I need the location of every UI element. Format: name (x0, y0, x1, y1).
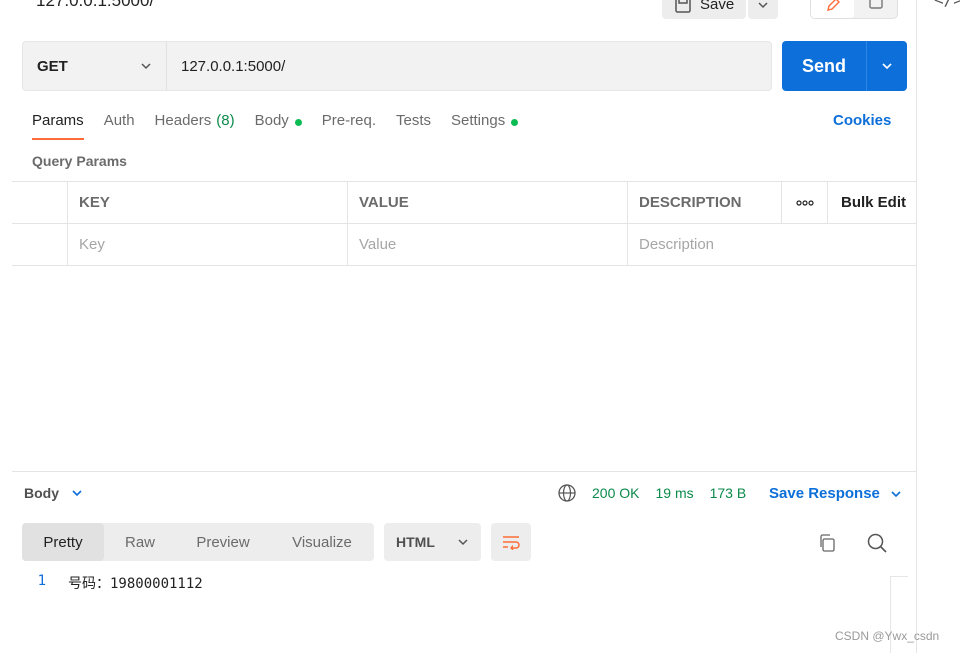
tab-params[interactable]: Params (32, 110, 84, 142)
response-view-tabs: Pretty Raw Preview Visualize (22, 523, 374, 561)
code-snippet-icon[interactable]: </> (934, 0, 960, 9)
tab-tests[interactable]: Tests (396, 110, 431, 142)
save-icon (675, 0, 691, 13)
line-text[interactable]: 号码：19800001112 (68, 573, 203, 593)
value-input[interactable]: Value (348, 224, 628, 265)
response-body-label: Body (24, 485, 59, 501)
tab-pre-request[interactable]: Pre-req. (322, 110, 376, 142)
pencil-icon (826, 0, 840, 11)
table-row: Key Value Description (12, 224, 916, 266)
view-visualize[interactable]: Visualize (270, 523, 374, 561)
status-code[interactable]: 200 OK (592, 485, 639, 501)
format-select[interactable]: HTML (384, 523, 481, 561)
comment-mode-button[interactable] (854, 0, 897, 18)
response-size[interactable]: 173 B (710, 485, 747, 501)
tab-label: Params (32, 112, 84, 129)
more-options-button[interactable] (782, 182, 828, 223)
method-select[interactable]: GET (23, 42, 167, 90)
response-time[interactable]: 19 ms (655, 485, 693, 501)
chevron-down-icon (458, 539, 468, 546)
checkbox-column-header (12, 182, 68, 223)
tab-auth[interactable]: Auth (104, 110, 135, 142)
body-indicator-dot (294, 119, 302, 126)
wrap-lines-icon (503, 536, 520, 550)
cookies-link[interactable]: Cookies (833, 112, 891, 129)
tab-label: Body (254, 112, 289, 129)
value-column-header: VALUE (348, 182, 628, 223)
method-label: GET (37, 57, 68, 75)
chevron-down-icon (758, 1, 768, 8)
description-column-header: DESCRIPTION (628, 182, 782, 223)
line-number: 1 (37, 573, 46, 589)
save-response-label: Save Response (769, 485, 880, 502)
copy-icon[interactable] (817, 533, 837, 553)
save-label: Save (700, 0, 735, 13)
response-meta: 200 OK 19 ms 173 B (592, 485, 746, 501)
view-preview[interactable]: Preview (176, 523, 270, 561)
row-checkbox-cell (12, 224, 68, 265)
tab-headers[interactable]: Headers (8) (155, 110, 235, 142)
edit-mode-toggle (810, 0, 898, 19)
request-title[interactable]: 127.0.0.1:5000/ (36, 0, 154, 11)
save-button[interactable]: Save (662, 0, 746, 19)
settings-indicator-dot (511, 119, 519, 126)
send-button-group: Send (782, 41, 907, 91)
query-params-table: KEY VALUE DESCRIPTION Bulk Edit Key Valu… (12, 181, 916, 266)
send-options-button[interactable] (866, 41, 907, 91)
tab-label: Tests (395, 112, 431, 129)
query-params-title: Query Params (32, 153, 127, 169)
headers-count: (8) (216, 112, 235, 129)
tab-settings[interactable]: Settings (451, 110, 519, 142)
view-pretty[interactable]: Pretty (22, 523, 104, 561)
edit-mode-button[interactable] (811, 0, 854, 18)
more-dots-icon (795, 199, 814, 206)
bulk-edit-button[interactable]: Bulk Edit (828, 182, 916, 223)
url-input[interactable] (167, 42, 771, 90)
request-tabs: Params Auth Headers (8) Body Pre-req. Tes… (32, 110, 538, 142)
search-icon[interactable] (866, 532, 888, 554)
tab-label: Pre-req. (321, 112, 376, 129)
wrap-lines-button[interactable] (491, 523, 531, 561)
send-button[interactable]: Send (782, 41, 866, 91)
tab-label: Settings (451, 112, 506, 129)
chevron-down-icon (72, 490, 82, 497)
table-header-row: KEY VALUE DESCRIPTION Bulk Edit (12, 182, 916, 224)
chevron-down-icon (891, 490, 901, 497)
view-raw[interactable]: Raw (104, 523, 176, 561)
tab-label: Headers (154, 112, 212, 129)
save-options-button[interactable] (748, 0, 778, 19)
key-column-header: KEY (68, 182, 348, 223)
watermark: CSDN @Ywx_csdn (835, 629, 940, 643)
response-code-line: 1 号码：19800001112 (12, 573, 203, 593)
request-header-bar: 127.0.0.1:5000/ Save (0, 0, 916, 32)
description-input[interactable]: Description (628, 224, 916, 265)
response-divider[interactable] (12, 471, 916, 472)
tab-label: Auth (103, 112, 135, 129)
url-bar: GET (22, 41, 772, 91)
globe-icon[interactable] (557, 483, 577, 503)
save-response-button[interactable]: Save Response (769, 485, 902, 502)
tab-body[interactable]: Body (255, 110, 302, 142)
right-panel-divider (916, 0, 917, 653)
chevron-down-icon (141, 63, 151, 70)
comment-icon (868, 0, 883, 9)
key-input[interactable]: Key (68, 224, 348, 265)
response-body-select[interactable]: Body (24, 485, 83, 501)
format-label: HTML (396, 534, 435, 550)
chevron-down-icon (882, 63, 892, 70)
